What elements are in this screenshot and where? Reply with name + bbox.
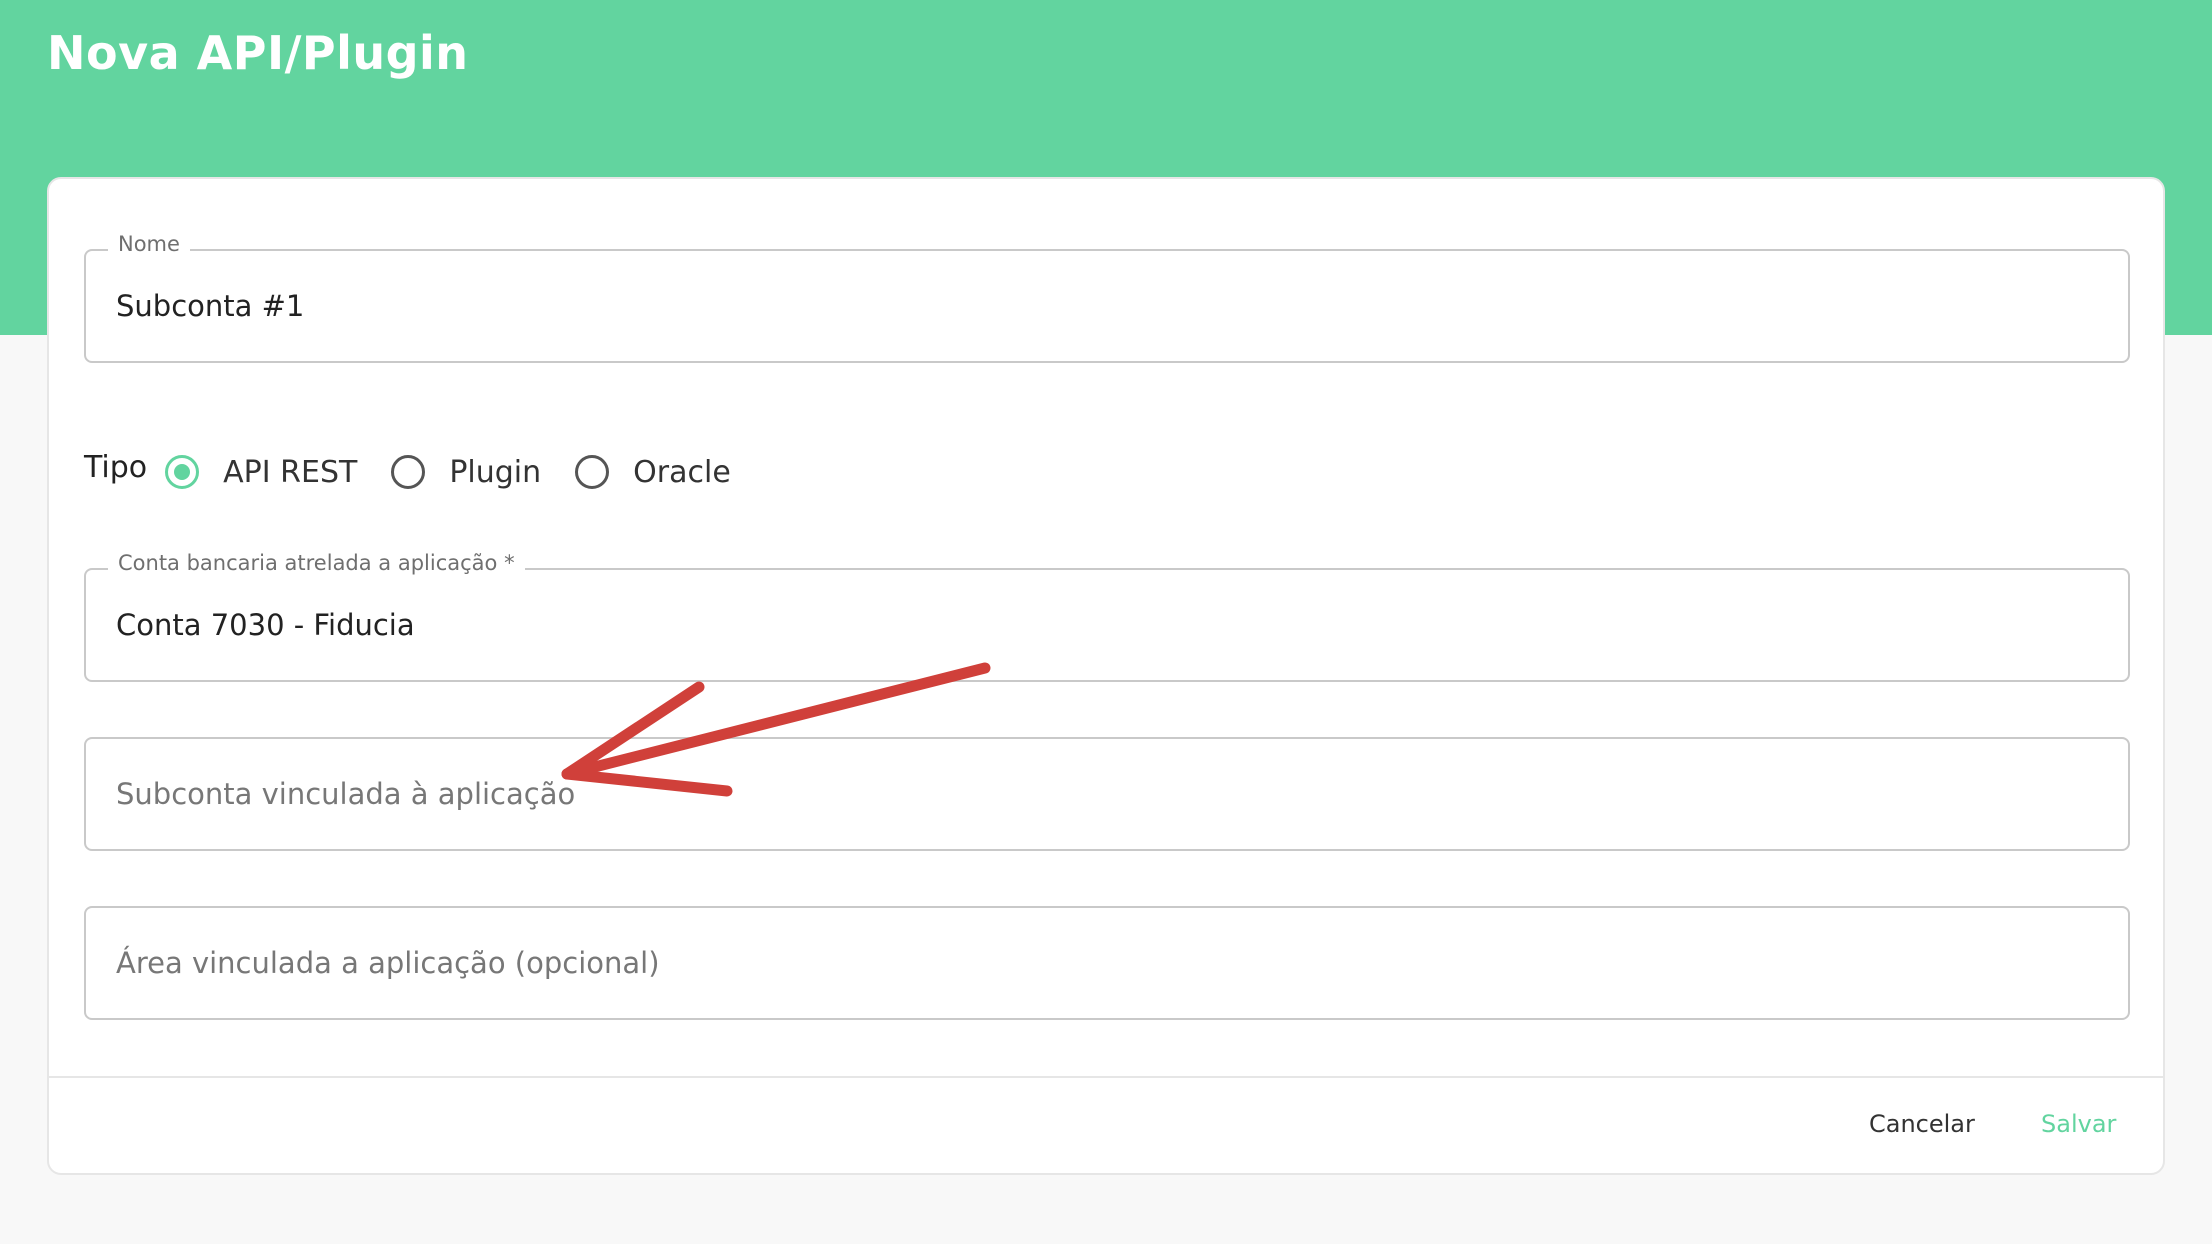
tipo-radio-group: Tipo API REST Plugin Oracle xyxy=(84,444,765,500)
card-footer-divider xyxy=(47,1076,2165,1078)
area-field[interactable]: Área vinculada a aplicação (opcional) xyxy=(84,906,2130,1020)
nome-value[interactable]: Subconta #1 xyxy=(116,289,304,323)
tipo-label: Tipo xyxy=(84,449,148,485)
nome-field[interactable]: Nome Subconta #1 xyxy=(84,232,2130,363)
radio-api-rest-label[interactable]: API REST xyxy=(223,455,357,490)
conta-label: Conta bancaria atrelada a aplicação * xyxy=(108,551,525,575)
radio-oracle-label[interactable]: Oracle xyxy=(633,455,731,490)
conta-field[interactable]: Conta bancaria atrelada a aplicação * Co… xyxy=(84,551,2130,682)
radio-api-rest-icon[interactable] xyxy=(165,455,200,489)
area-placeholder[interactable]: Área vinculada a aplicação (opcional) xyxy=(116,946,660,980)
subconta-field[interactable]: Subconta vinculada à aplicação xyxy=(84,737,2130,851)
conta-value[interactable]: Conta 7030 - Fiducia xyxy=(116,608,415,642)
radio-plugin-icon[interactable] xyxy=(391,455,426,489)
cancel-button[interactable]: Cancelar xyxy=(1869,1110,1975,1138)
nome-label: Nome xyxy=(108,232,190,256)
radio-plugin-label[interactable]: Plugin xyxy=(449,455,541,490)
save-button[interactable]: Salvar xyxy=(2041,1110,2116,1138)
page-title: Nova API/Plugin xyxy=(47,26,469,80)
radio-oracle-icon[interactable] xyxy=(575,455,610,489)
subconta-placeholder[interactable]: Subconta vinculada à aplicação xyxy=(116,777,575,811)
